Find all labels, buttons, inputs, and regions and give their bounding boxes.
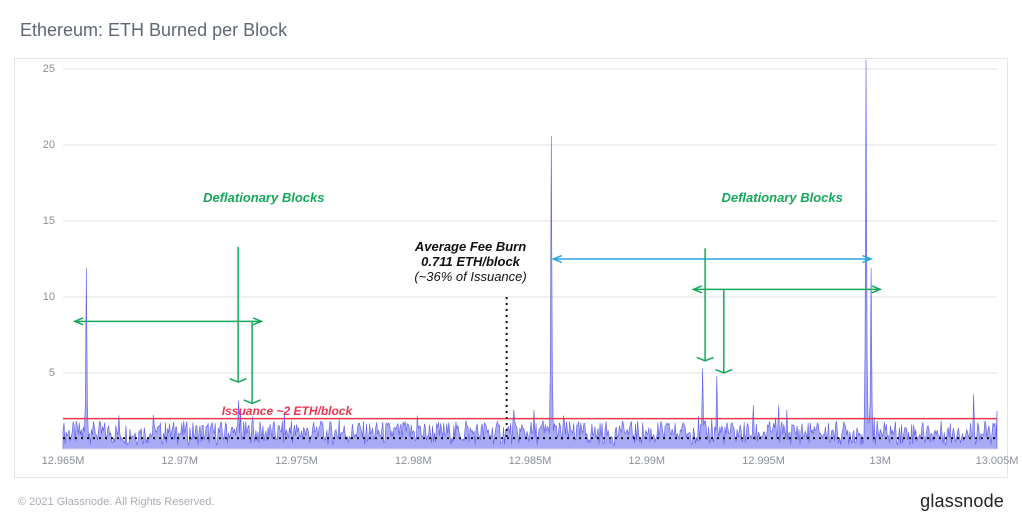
- x-tick: 12.965M: [42, 455, 85, 467]
- annotation-avg-fee: Average Fee Burn 0.711 ETH/block (~36% o…: [381, 240, 561, 285]
- copyright-text: © 2021 Glassnode. All Rights Reserved.: [18, 496, 214, 508]
- x-tick: 12.99M: [628, 455, 665, 467]
- y-tick: 20: [43, 139, 55, 151]
- y-tick: 5: [49, 367, 55, 379]
- page-title: Ethereum: ETH Burned per Block: [0, 0, 1022, 41]
- x-tick: 12.97M: [161, 455, 198, 467]
- y-tick: 10: [43, 291, 55, 303]
- x-tick: 13M: [870, 455, 891, 467]
- chart-container: 5 10 15 20 25 Deflationary Blocks Deflationa…: [14, 58, 1008, 478]
- y-tick: 15: [43, 215, 55, 227]
- plot-area: Deflationary Blocks Deflationary Blocks …: [63, 69, 997, 449]
- x-tick: 12.98M: [395, 455, 432, 467]
- x-tick: 13.005M: [976, 455, 1019, 467]
- annotation-deflationary-2: Deflationary Blocks: [721, 191, 842, 206]
- x-tick: 12.975M: [275, 455, 318, 467]
- y-axis: 510152025: [15, 69, 61, 449]
- x-tick: 12.985M: [509, 455, 552, 467]
- annotation-issuance: Issuance ~2 ETH/block: [222, 405, 352, 419]
- x-axis: 12.965M12.97M12.975M12.98M12.985M12.99M1…: [63, 451, 997, 477]
- x-tick: 12.995M: [742, 455, 785, 467]
- footer: © 2021 Glassnode. All Rights Reserved. g…: [18, 491, 1004, 512]
- brand-logo: glassnode: [920, 491, 1004, 512]
- annotation-deflationary-1: Deflationary Blocks: [203, 191, 324, 206]
- y-tick: 25: [43, 63, 55, 75]
